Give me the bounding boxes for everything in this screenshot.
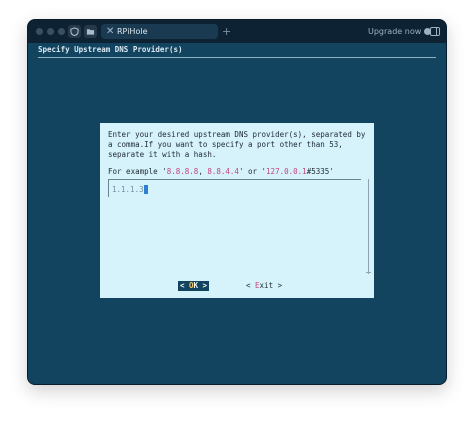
example-quote-close: ' [329, 167, 334, 176]
dialog-example: For example ' 8.8.8.8, 8.8.4.4' or '127.0… [108, 167, 334, 177]
backtitle-divider [38, 57, 436, 58]
text-cursor [143, 185, 148, 194]
traffic-light-zoom[interactable] [58, 28, 65, 35]
dialog-prompt: Enter your desired upstream DNS provider… [108, 130, 366, 159]
folder-button[interactable] [84, 25, 97, 38]
tab-title: RPiHole [117, 27, 148, 36]
terminal-area[interactable]: Specify Upstream DNS Provider(s) Enter y… [28, 43, 446, 384]
example-prefix: For example [108, 167, 163, 176]
example-separator: , [198, 167, 208, 176]
traffic-light-minimize[interactable] [47, 28, 54, 35]
ok-button[interactable]: < OK > [178, 281, 209, 291]
exit-button[interactable]: < Exit > [246, 281, 282, 291]
dialog-scroll-end [366, 272, 371, 273]
close-icon[interactable]: ✕ [106, 25, 114, 38]
example-value-2: 8.8.4.4 [207, 167, 239, 176]
ok-bracket-left: < [179, 281, 189, 290]
dns-input-value: 1.1.1.3 [112, 185, 144, 194]
shield-button[interactable] [68, 25, 81, 38]
new-tab-button[interactable]: + [222, 24, 231, 39]
dns-input-field[interactable]: 1.1.1.3 [108, 179, 361, 197]
sidebar-toggle-icon[interactable] [430, 27, 440, 36]
example-port: #5335 [306, 167, 330, 176]
ok-bracket-right: > [198, 281, 208, 290]
dns-input-value-wrap: 1.1.1.3 [112, 185, 148, 195]
dns-input-dialog: Enter your desired upstream DNS provider… [100, 123, 374, 298]
example-value-3: 127.0.0.1 [266, 167, 307, 176]
example-value-1: 8.8.8.8 [166, 167, 199, 176]
terminal-window: ✕ RPiHole + Upgrade now Specify Upstream… [27, 19, 447, 385]
backtitle: Specify Upstream DNS Provider(s) [38, 45, 183, 54]
exit-bracket-left: < [246, 281, 256, 290]
shield-icon [70, 27, 79, 36]
exit-bracket-right: > [273, 281, 283, 290]
dialog-scroll-track [368, 179, 369, 274]
example-or: ' or ' [238, 167, 267, 176]
upgrade-button[interactable]: Upgrade now [368, 24, 432, 39]
exit-label-rest: xit [259, 281, 274, 290]
folder-icon [86, 29, 95, 35]
upgrade-label: Upgrade now [368, 27, 422, 36]
traffic-light-close[interactable] [36, 28, 43, 35]
title-bar: ✕ RPiHole + Upgrade now [28, 20, 446, 43]
tab-rpihole[interactable]: ✕ RPiHole [101, 24, 218, 39]
